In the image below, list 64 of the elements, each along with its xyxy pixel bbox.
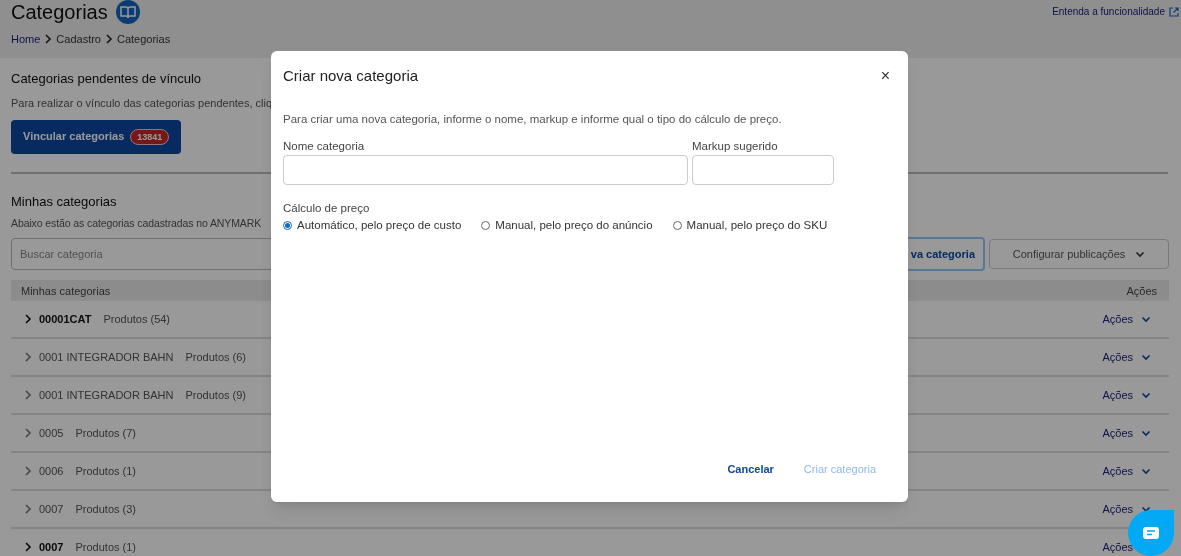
chat-icon [1143, 527, 1159, 539]
chevron-icon [23, 428, 33, 439]
category-name: 0007 [39, 540, 64, 555]
section-description: Para realizar o vínculo das categorias pendentes, cliq [11, 96, 273, 111]
chevron-icon [43, 34, 54, 45]
count-badge: 13841 [130, 128, 170, 145]
breadcrumb-link[interactable]: Cadastro [56, 31, 101, 48]
field-label: Nome categoria [283, 139, 366, 155]
link-categories-button[interactable]: Vincular categorias 13841 [11, 119, 182, 154]
radio-option[interactable]: Manual, pelo preço do anúncio [481, 217, 653, 235]
field-label: Cálculo de preço [283, 201, 371, 216]
breadcrumb-link[interactable]: Home [11, 31, 41, 48]
product-count: Produtos (3) [75, 502, 136, 517]
external-link-icon [1169, 6, 1179, 17]
chevron-down-icon [1135, 249, 1146, 260]
field-label: Markup sugerido [692, 139, 779, 155]
chevron-down-icon [1141, 352, 1151, 363]
category-name: 0005 [39, 426, 64, 441]
category-name: 0006 [39, 464, 64, 479]
chevron-down-icon [1141, 314, 1151, 325]
breadcrumb-link[interactable]: Categorias [117, 31, 171, 48]
section-heading: Categorias pendentes de vínculo [11, 71, 202, 87]
radio-option[interactable]: Automático, pelo preço de custo [283, 217, 462, 235]
chevron-down-icon [1141, 466, 1151, 477]
chevron-icon [23, 314, 33, 325]
column-header: Minhas categorias [21, 283, 111, 299]
markup-field[interactable] [692, 155, 834, 186]
radio-option[interactable]: Manual, pelo preço do SKU [672, 217, 828, 235]
page-title: Categorias [11, 0, 108, 24]
button-label: Vincular categorias [23, 129, 125, 145]
chevron-down-icon [1141, 390, 1151, 401]
actions-button[interactable]: Ações [1102, 463, 1157, 480]
chevron-icon [23, 504, 33, 515]
chevron-down-icon [1141, 428, 1151, 439]
product-count: Produtos (6) [185, 350, 246, 365]
book-icon [115, 0, 140, 24]
actions-button[interactable]: Ações [1102, 387, 1157, 404]
actions-button[interactable]: Ações [1102, 425, 1157, 442]
product-count: Produtos (9) [185, 388, 246, 403]
actions-button[interactable]: Ações [1102, 311, 1157, 328]
category-name: 0007 [39, 502, 64, 517]
category-name: 00001CAT [39, 312, 92, 327]
dialog-description: Para criar uma nova categoria, informe o nome, markup e informe qual o tipo do cálculo de preço. [283, 112, 783, 127]
help-link[interactable]: Entenda a funcionalidade [1052, 4, 1165, 19]
actions-button[interactable]: Ações [1102, 349, 1157, 366]
section-description: Abaixo estão as categorias cadastradas no ANYMARK [11, 215, 262, 231]
section-heading: Minhas categorias [11, 193, 117, 210]
category-name: 0001 INTEGRADOR BAHN [39, 350, 174, 365]
product-count: Produtos (1) [75, 464, 136, 479]
close-button[interactable]: × [880, 68, 890, 84]
product-count: Produtos (7) [75, 426, 136, 441]
chevron-icon [23, 466, 33, 477]
chevron-icon [104, 34, 114, 45]
dialog-title: Criar nova categoria [283, 65, 419, 86]
cancel-button[interactable]: Cancelar [719, 461, 782, 478]
product-count: Produtos (1) [75, 540, 136, 555]
chevron-icon [23, 352, 33, 363]
configure-publications-button[interactable]: Configurar publicações [989, 239, 1169, 270]
chevron-icon [23, 542, 33, 553]
name-field[interactable] [283, 155, 688, 186]
category-name: 0001 INTEGRADOR BAHN [39, 388, 174, 403]
column-header: Ações [1126, 283, 1158, 299]
chevron-icon [23, 390, 33, 401]
product-count: Produtos (54) [103, 312, 171, 327]
